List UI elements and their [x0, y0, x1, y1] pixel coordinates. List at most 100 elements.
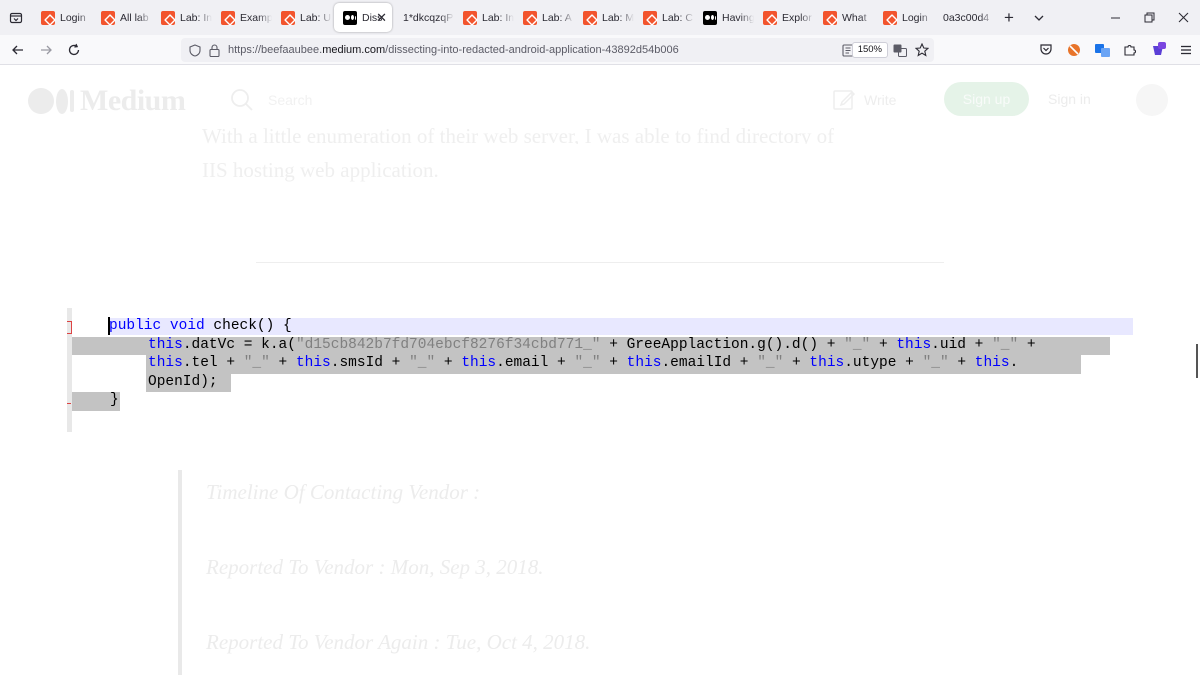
code-line: this.datVc = k.a("d15cb842b7fd704ebcf827…	[148, 336, 1036, 355]
code-token: "_"	[844, 337, 871, 353]
browser-tab[interactable]: Lab: U	[272, 0, 332, 35]
browser-tab[interactable]: What	[814, 0, 874, 35]
code-token: this	[626, 355, 662, 371]
code-token: +	[783, 355, 810, 371]
code-token: this	[148, 337, 183, 353]
browser-tab[interactable]: All lab	[92, 0, 152, 35]
tab-label: Login	[902, 11, 928, 24]
tab-label: What	[842, 11, 867, 24]
browser-tab[interactable]: Examp	[212, 0, 272, 35]
hamburger-menu-icon	[1181, 45, 1191, 55]
close-window-button[interactable]	[1166, 0, 1200, 35]
tab-strip: Login All lab Lab: In Examp Lab: U Diss ✕ 1*dkc…	[0, 0, 1200, 35]
sign-in-link[interactable]: Sign in	[1048, 91, 1091, 107]
code-token: "_"	[243, 355, 270, 371]
lab-icon	[463, 10, 477, 25]
shield-icon	[189, 43, 201, 57]
code-line: OpenId);	[148, 373, 218, 392]
window-controls	[1098, 0, 1200, 35]
lab-icon	[281, 10, 295, 25]
url-text[interactable]: https://beefaaubee.medium.com/dissecting…	[228, 44, 679, 56]
address-bar[interactable]: https://beefaaubee.medium.com/dissecting…	[181, 38, 934, 62]
url-domain: medium.com	[322, 44, 386, 56]
bookmark-star-button[interactable]	[914, 42, 930, 58]
code-token: "d15cb842b7fd704ebcf8276f34cbd771_"	[295, 337, 601, 353]
blockquote-line: Timeline Of Contacting Vendor :	[206, 480, 481, 504]
code-token: .utype +	[844, 355, 923, 371]
code-token: .emailId +	[661, 355, 758, 371]
blocker-extension-icon	[1068, 44, 1080, 56]
restore-icon	[1144, 12, 1154, 23]
url-prefix: https://beefaaubee.	[228, 44, 323, 56]
restore-button[interactable]	[1132, 0, 1166, 35]
code-line: }	[110, 391, 119, 410]
extensions-menu-button[interactable]	[1116, 35, 1144, 65]
browser-tab[interactable]: Login	[874, 0, 934, 35]
browser-tab[interactable]: Lab: M	[574, 0, 634, 35]
tracking-protection-icon[interactable]	[187, 42, 203, 58]
code-token: this	[148, 355, 183, 371]
translate-button[interactable]	[892, 42, 908, 58]
reload-icon	[68, 43, 80, 55]
tab-label: 1*dkcqzqP	[403, 11, 454, 24]
code-token: this	[896, 337, 932, 353]
browser-tab[interactable]: 1*dkcqzqP	[394, 0, 454, 35]
tab-label: Examp	[240, 11, 272, 24]
code-token: +	[948, 355, 975, 371]
code-token: "_"	[922, 355, 949, 371]
extension-blocker-button[interactable]	[1060, 35, 1088, 65]
browser-tab[interactable]: Explor	[754, 0, 814, 35]
zoom-level-button[interactable]: 150%	[851, 42, 888, 58]
browser-tab[interactable]: 0a3c00d4	[934, 0, 994, 35]
site-info-button[interactable]	[206, 42, 222, 58]
site-search[interactable]: Search	[230, 88, 312, 112]
section-divider	[256, 262, 944, 263]
code-token: public void	[109, 318, 205, 334]
avatar[interactable]	[1136, 84, 1168, 116]
forward-button[interactable]	[32, 35, 60, 65]
medium-logo[interactable]: Medium	[28, 84, 186, 118]
minimize-button[interactable]	[1098, 0, 1132, 35]
browser-tab[interactable]: Lab: C	[634, 0, 694, 35]
close-icon	[1178, 12, 1188, 23]
search-placeholder: Search	[268, 92, 313, 108]
scrollbar-thumb[interactable]	[1196, 344, 1198, 378]
browser-tab[interactable]: Lab: In	[454, 0, 514, 35]
translator-extension-icon	[1094, 44, 1110, 57]
write-button[interactable]: Write	[832, 88, 896, 112]
medium-logo-mark	[28, 88, 74, 114]
app-menu-button[interactable]	[1172, 35, 1200, 65]
code-token: +	[269, 355, 296, 371]
code-token: "_"	[409, 355, 436, 371]
tab-list-icon	[9, 12, 23, 23]
extension-translate-button[interactable]	[1088, 35, 1116, 65]
code-token: this	[295, 355, 331, 371]
lab-icon	[523, 10, 537, 25]
medium-icon	[703, 10, 717, 25]
new-tab-button[interactable]: +	[994, 0, 1024, 35]
code-token: +	[1018, 337, 1036, 353]
lab-icon	[763, 10, 777, 25]
lab-icon	[883, 10, 897, 25]
pocket-button[interactable]	[1032, 35, 1060, 65]
chevron-down-icon	[1034, 15, 1044, 21]
close-tab-icon[interactable]: ✕	[376, 10, 387, 26]
lab-icon	[643, 10, 657, 25]
tab-label: Lab: M	[602, 11, 634, 24]
tab-overflow-button[interactable]	[1024, 0, 1054, 35]
back-button[interactable]	[4, 35, 32, 65]
browser-tab[interactable]: Login	[32, 0, 92, 35]
write-icon	[833, 90, 856, 110]
browser-tab[interactable]: Lab: In	[152, 0, 212, 35]
list-all-tabs-button[interactable]	[0, 0, 32, 35]
tab-label: Lab: In	[180, 11, 212, 24]
extension-badge-button[interactable]	[1144, 35, 1172, 65]
browser-tab[interactable]: Having	[694, 0, 754, 35]
code-token: }	[110, 392, 119, 408]
sign-up-button[interactable]: Sign up	[944, 82, 1029, 116]
browser-tab[interactable]: Diss ✕	[334, 3, 392, 32]
reload-button[interactable]	[60, 35, 88, 65]
code-token: .uid +	[931, 337, 993, 353]
browser-tab[interactable]: Lab: A	[514, 0, 574, 35]
code-token: + GreeApplaction.g().d() +	[600, 337, 845, 353]
